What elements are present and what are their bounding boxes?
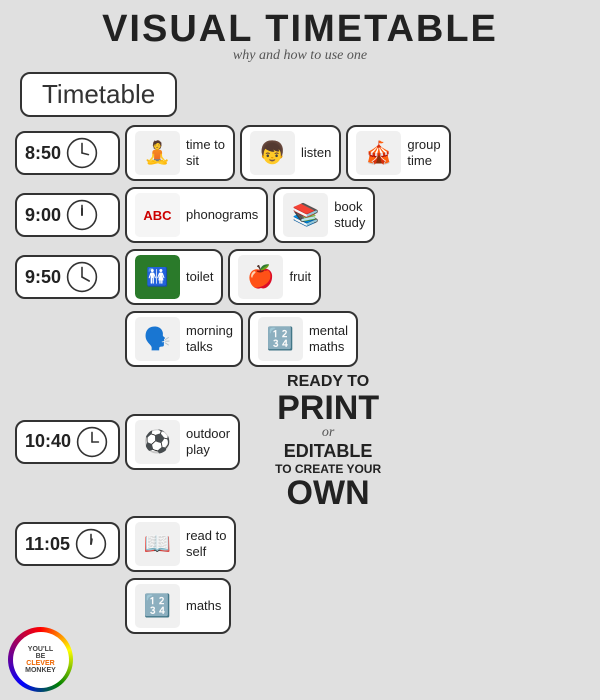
read-to-self-label: read toself <box>186 528 226 559</box>
fruit-label: fruit <box>289 269 311 285</box>
time-950: 9:50 <box>25 267 61 288</box>
phonograms-label: phonograms <box>186 207 258 223</box>
time-1040: 10:40 <box>25 431 71 452</box>
row-1040: 10:40 ⚽ outdoorplay READY TO PRINT or ED… <box>15 373 585 510</box>
main-title: VISUAL TIMETABLE <box>15 10 585 48</box>
ready-section: READY TO PRINT or EDITABLE TO CREATE YOU… <box>275 373 381 510</box>
time-card-1105: 11:05 <box>15 522 120 566</box>
morning-talks-icon: 🗣️ <box>135 317 180 361</box>
header: VISUAL TIMETABLE why and how to use one <box>15 10 585 64</box>
activity-toilet: 🚻 toilet <box>125 249 223 305</box>
activity-mental-maths: 🔢 mentalmaths <box>248 311 358 367</box>
mental-maths-icon: 🔢 <box>258 317 303 361</box>
outdoor-play-label: outdoorplay <box>186 426 230 457</box>
book-study-icon: 📚 <box>283 193 328 237</box>
toilet-label: toilet <box>186 269 213 285</box>
time-card-1040: 10:40 <box>15 420 120 464</box>
row-950: 9:50 🚻 toilet 🍎 fruit <box>15 249 585 305</box>
clock-icon-850 <box>66 137 98 169</box>
clock-icon-900 <box>66 199 98 231</box>
activity-book-study: 📚 bookstudy <box>273 187 375 243</box>
time-900: 9:00 <box>25 205 61 226</box>
activity-listen: 👦 listen <box>240 125 341 181</box>
mental-maths-label: mentalmaths <box>309 323 348 354</box>
read-to-self-icon: 📖 <box>135 522 180 566</box>
group-time-label: grouptime <box>407 137 440 168</box>
time-card-950: 9:50 <box>15 255 120 299</box>
maths-label: maths <box>186 598 221 614</box>
group-time-icon: 🎪 <box>356 131 401 175</box>
book-study-label: bookstudy <box>334 199 365 230</box>
or-text: or <box>275 425 381 441</box>
row-900: 9:00 ABC phonograms 📚 bookstudy <box>15 187 585 243</box>
page: VISUAL TIMETABLE why and how to use one … <box>0 0 600 700</box>
listen-label: listen <box>301 145 331 161</box>
listen-icon: 👦 <box>250 131 295 175</box>
maths-icon: 🔢 <box>135 584 180 628</box>
sub-title: why and how to use one <box>15 48 585 64</box>
print-text: PRINT <box>275 391 381 425</box>
clock-icon-1040 <box>76 426 108 458</box>
time-1105: 11:05 <box>25 534 70 555</box>
clock-icon-950 <box>66 261 98 293</box>
time-card-900: 9:00 <box>15 193 120 237</box>
badge-text: YOU'LL BE CLEVER MONKEY <box>25 646 56 674</box>
morning-talks-label: morningtalks <box>186 323 233 354</box>
activity-read-to-self: 📖 read toself <box>125 516 236 572</box>
outdoor-play-icon: ⚽ <box>135 420 180 464</box>
toilet-icon: 🚻 <box>135 255 180 299</box>
phonograms-icon: ABC <box>135 193 180 237</box>
clever-inner: YOU'LL BE CLEVER MONKEY <box>13 632 69 688</box>
activity-group-time: 🎪 grouptime <box>346 125 450 181</box>
time-850: 8:50 <box>25 143 61 164</box>
row-maths: 🔢 maths <box>125 578 585 634</box>
own-text: OWN <box>275 476 381 510</box>
row-1105: 11:05 📖 read toself <box>15 516 585 572</box>
timetable-label: Timetable <box>20 72 177 117</box>
row-850: 8:50 🧘 time tosit 👦 listen 🎪 grouptime <box>15 125 585 181</box>
clever-monkey-badge: YOU'LL BE CLEVER MONKEY <box>8 627 73 692</box>
time-to-sit-icon: 🧘 <box>135 131 180 175</box>
activity-fruit: 🍎 fruit <box>228 249 321 305</box>
activity-phonograms: ABC phonograms <box>125 187 268 243</box>
row-talks: 🗣️ morningtalks 🔢 mentalmaths <box>125 311 585 367</box>
clock-icon-1105 <box>75 528 107 560</box>
time-to-sit-label: time tosit <box>186 137 225 168</box>
activity-maths: 🔢 maths <box>125 578 231 634</box>
time-card-850: 8:50 <box>15 131 120 175</box>
fruit-icon: 🍎 <box>238 255 283 299</box>
editable-text: EDITABLE <box>275 441 381 462</box>
activity-morning-talks: 🗣️ morningtalks <box>125 311 243 367</box>
activity-outdoor-play: ⚽ outdoorplay <box>125 414 240 470</box>
activity-time-to-sit: 🧘 time tosit <box>125 125 235 181</box>
